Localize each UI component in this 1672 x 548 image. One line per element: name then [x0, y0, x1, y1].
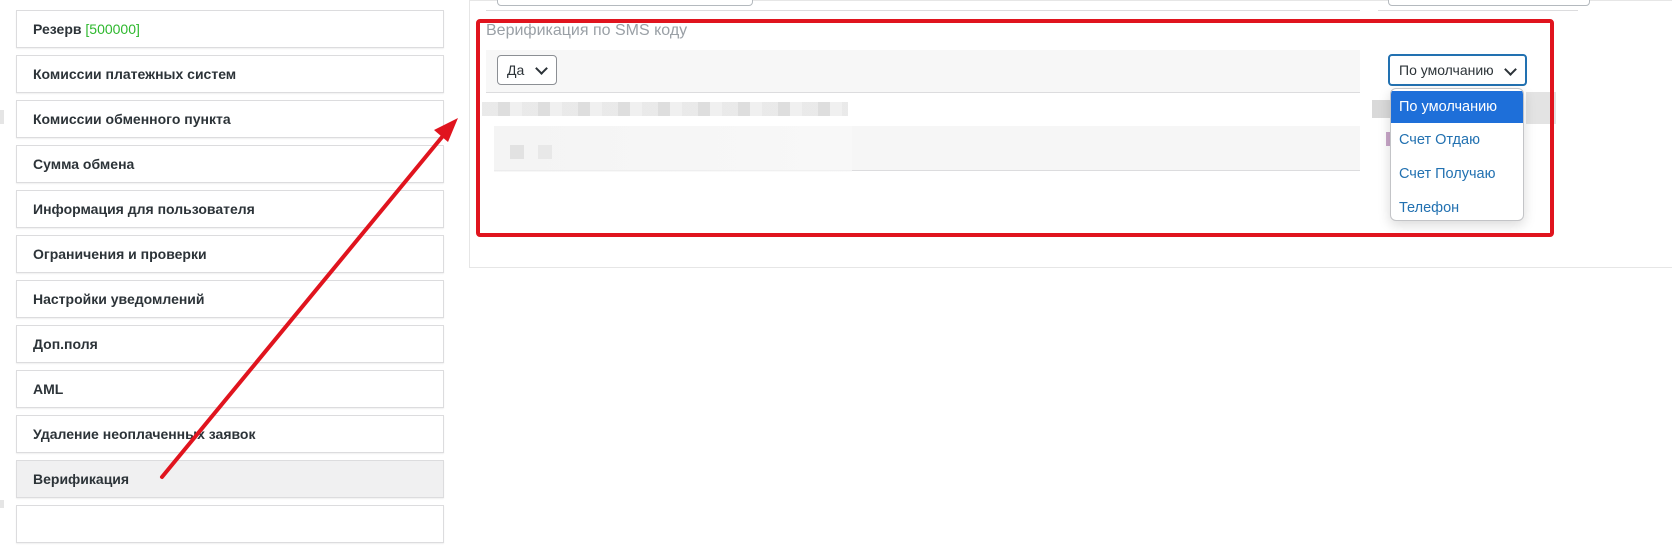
option-label: Телефон	[1399, 200, 1460, 216]
sms-verification-select[interactable]: Да	[497, 55, 557, 85]
previous-field-input[interactable]	[497, 0, 753, 6]
select-value: По умолчанию	[1399, 62, 1494, 78]
sidebar-item-payment-fees[interactable]: Комиссии платежных систем	[16, 55, 444, 93]
blurred-content	[1372, 100, 1392, 118]
dropdown-option-default[interactable]: По умолчанию	[1391, 91, 1523, 123]
sidebar-item-reserve[interactable]: Резерв [500000]	[16, 10, 444, 48]
chevron-down-icon	[535, 62, 548, 75]
select-dropdown-list: По умолчанию Счет Отдаю Счет Получаю Тел…	[1390, 88, 1524, 221]
sidebar-item-verification[interactable]: Верификация	[16, 460, 444, 498]
sidebar-item-limits[interactable]: Ограничения и проверки	[16, 235, 444, 273]
blurred-text	[482, 102, 848, 116]
section-title: Верификация по SMS коду	[486, 22, 688, 39]
dropdown-option-receive-account[interactable]: Счет Получаю	[1391, 158, 1523, 190]
divider	[1378, 10, 1578, 11]
sidebar-item-label: Ограничения и проверки	[33, 246, 207, 262]
sidebar-item-user-info[interactable]: Информация для пользователя	[16, 190, 444, 228]
sidebar-item-exchange-fees[interactable]: Комиссии обменного пункта	[16, 100, 444, 138]
chevron-down-icon	[1504, 63, 1517, 76]
edge-divider	[0, 110, 4, 124]
blurred-field	[494, 126, 1360, 172]
sidebar-item-label: Верификация	[33, 471, 130, 487]
sidebar-item-aml[interactable]: AML	[16, 370, 444, 408]
dropdown-option-send-account[interactable]: Счет Отдаю	[1391, 124, 1523, 156]
verification-field-select[interactable]: По умолчанию	[1388, 54, 1527, 86]
sidebar-item-label: AML	[33, 381, 64, 397]
sidebar-item-label: Удаление неоплаченных заявок	[33, 426, 256, 442]
sidebar-item-next[interactable]	[16, 505, 444, 543]
sidebar-item-notifications[interactable]: Настройки уведомлений	[16, 280, 444, 318]
sidebar-item-label: Информация для пользователя	[33, 201, 255, 217]
option-label: Счет Отдаю	[1399, 132, 1480, 148]
divider	[486, 10, 1360, 11]
sidebar-item-label: Сумма обмена	[33, 156, 135, 172]
sidebar-item-label: Комиссии обменного пункта	[33, 111, 231, 127]
sidebar-item-label: Доп.поля	[33, 336, 98, 352]
sidebar-item-label: Комиссии платежных систем	[33, 66, 237, 82]
sidebar-item-label: Настройки уведомлений	[33, 291, 205, 307]
select-value: Да	[507, 62, 525, 78]
option-label: По умолчанию	[1399, 99, 1498, 115]
sidebar-item-delete-unpaid[interactable]: Удаление неоплаченных заявок	[16, 415, 444, 453]
blurred-content	[1526, 92, 1556, 124]
setting-row	[486, 50, 1360, 93]
sidebar-item-exchange-amount[interactable]: Сумма обмена	[16, 145, 444, 183]
option-label: Счет Получаю	[1399, 166, 1496, 182]
blurred-content	[538, 145, 552, 159]
previous-field-select[interactable]	[1388, 0, 1590, 6]
edge-divider	[0, 500, 4, 508]
blurred-content	[510, 145, 524, 159]
reserve-value: [500000]	[85, 21, 140, 37]
sidebar-item-extra-fields[interactable]: Доп.поля	[16, 325, 444, 363]
dropdown-option-phone[interactable]: Телефон	[1391, 192, 1523, 220]
sidebar-item-label: Резерв	[33, 21, 82, 37]
